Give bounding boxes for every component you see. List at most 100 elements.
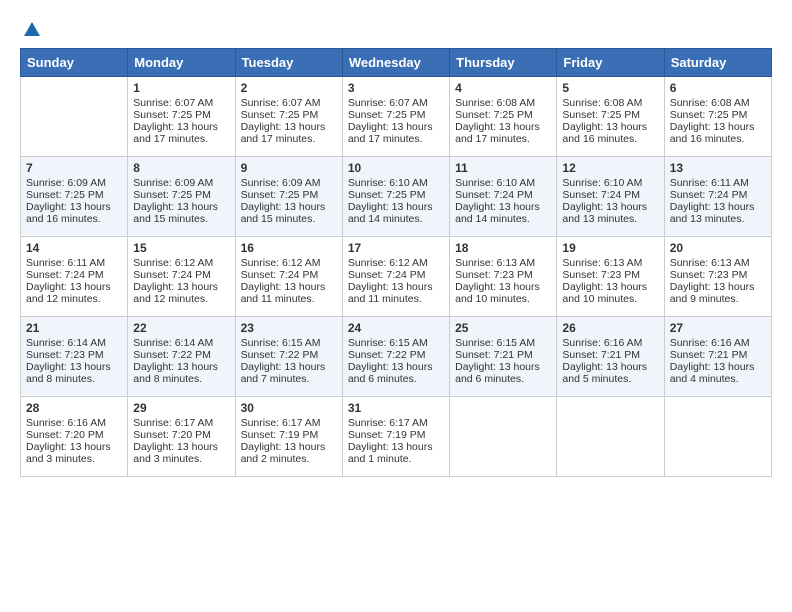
sunset-text: Sunset: 7:24 PM (26, 269, 122, 281)
daylight-text-cont: and 17 minutes. (348, 133, 444, 145)
daylight-text-cont: and 16 minutes. (26, 213, 122, 225)
daylight-text: Daylight: 13 hours (241, 281, 337, 293)
day-number: 22 (133, 321, 229, 335)
daylight-text: Daylight: 13 hours (241, 121, 337, 133)
day-number: 17 (348, 241, 444, 255)
daylight-text: Daylight: 13 hours (455, 201, 551, 213)
daylight-text: Daylight: 13 hours (670, 201, 766, 213)
calendar-cell: 24Sunrise: 6:15 AMSunset: 7:22 PMDayligh… (342, 317, 449, 397)
calendar-cell (664, 397, 771, 477)
sunrise-text: Sunrise: 6:11 AM (670, 177, 766, 189)
daylight-text: Daylight: 13 hours (670, 121, 766, 133)
sunset-text: Sunset: 7:24 PM (133, 269, 229, 281)
sunrise-text: Sunrise: 6:07 AM (241, 97, 337, 109)
daylight-text-cont: and 3 minutes. (26, 453, 122, 465)
sunrise-text: Sunrise: 6:14 AM (133, 337, 229, 349)
calendar-cell: 28Sunrise: 6:16 AMSunset: 7:20 PMDayligh… (21, 397, 128, 477)
day-number: 11 (455, 161, 551, 175)
sunset-text: Sunset: 7:25 PM (241, 189, 337, 201)
daylight-text: Daylight: 13 hours (133, 281, 229, 293)
sunrise-text: Sunrise: 6:08 AM (562, 97, 658, 109)
header-monday: Monday (128, 49, 235, 77)
day-number: 31 (348, 401, 444, 415)
sunrise-text: Sunrise: 6:15 AM (348, 337, 444, 349)
daylight-text: Daylight: 13 hours (133, 441, 229, 453)
daylight-text: Daylight: 13 hours (562, 201, 658, 213)
calendar-cell: 3Sunrise: 6:07 AMSunset: 7:25 PMDaylight… (342, 77, 449, 157)
sunrise-text: Sunrise: 6:08 AM (670, 97, 766, 109)
day-number: 24 (348, 321, 444, 335)
daylight-text-cont: and 16 minutes. (670, 133, 766, 145)
calendar-cell: 7Sunrise: 6:09 AMSunset: 7:25 PMDaylight… (21, 157, 128, 237)
header-sunday: Sunday (21, 49, 128, 77)
daylight-text: Daylight: 13 hours (562, 361, 658, 373)
daylight-text-cont: and 9 minutes. (670, 293, 766, 305)
sunrise-text: Sunrise: 6:13 AM (455, 257, 551, 269)
day-number: 14 (26, 241, 122, 255)
day-number: 18 (455, 241, 551, 255)
daylight-text-cont: and 15 minutes. (133, 213, 229, 225)
sunset-text: Sunset: 7:25 PM (670, 109, 766, 121)
daylight-text-cont: and 10 minutes. (562, 293, 658, 305)
daylight-text-cont: and 12 minutes. (133, 293, 229, 305)
day-number: 12 (562, 161, 658, 175)
daylight-text: Daylight: 13 hours (562, 121, 658, 133)
sunset-text: Sunset: 7:21 PM (562, 349, 658, 361)
sunset-text: Sunset: 7:19 PM (348, 429, 444, 441)
sunrise-text: Sunrise: 6:07 AM (348, 97, 444, 109)
day-number: 13 (670, 161, 766, 175)
calendar-cell: 25Sunrise: 6:15 AMSunset: 7:21 PMDayligh… (450, 317, 557, 397)
daylight-text-cont: and 15 minutes. (241, 213, 337, 225)
daylight-text: Daylight: 13 hours (133, 201, 229, 213)
day-number: 4 (455, 81, 551, 95)
calendar-cell: 6 Sunrise: 6:08 AMSunset: 7:25 PMDaylight… (664, 77, 771, 157)
daylight-text-cont: and 16 minutes. (562, 133, 658, 145)
daylight-text: Daylight: 13 hours (348, 201, 444, 213)
sunset-text: Sunset: 7:24 PM (241, 269, 337, 281)
daylight-text: Daylight: 13 hours (348, 361, 444, 373)
daylight-text: Daylight: 13 hours (348, 121, 444, 133)
sunset-text: Sunset: 7:19 PM (241, 429, 337, 441)
daylight-text: Daylight: 13 hours (241, 361, 337, 373)
calendar-cell: 14Sunrise: 6:11 AMSunset: 7:24 PMDayligh… (21, 237, 128, 317)
sunrise-text: Sunrise: 6:09 AM (133, 177, 229, 189)
daylight-text: Daylight: 13 hours (455, 361, 551, 373)
sunrise-text: Sunrise: 6:09 AM (26, 177, 122, 189)
sunrise-text: Sunrise: 6:15 AM (455, 337, 551, 349)
calendar-cell: 15Sunrise: 6:12 AMSunset: 7:24 PMDayligh… (128, 237, 235, 317)
day-number: 23 (241, 321, 337, 335)
day-number: 6 (670, 81, 766, 95)
calendar-cell (557, 397, 664, 477)
sunrise-text: Sunrise: 6:16 AM (670, 337, 766, 349)
sunrise-text: Sunrise: 6:07 AM (133, 97, 229, 109)
day-number: 28 (26, 401, 122, 415)
day-number: 16 (241, 241, 337, 255)
sunset-text: Sunset: 7:24 PM (348, 269, 444, 281)
calendar-cell: 16Sunrise: 6:12 AMSunset: 7:24 PMDayligh… (235, 237, 342, 317)
day-number: 26 (562, 321, 658, 335)
calendar-cell: 22Sunrise: 6:14 AMSunset: 7:22 PMDayligh… (128, 317, 235, 397)
daylight-text-cont: and 13 minutes. (562, 213, 658, 225)
daylight-text: Daylight: 13 hours (455, 281, 551, 293)
sunrise-text: Sunrise: 6:11 AM (26, 257, 122, 269)
sunset-text: Sunset: 7:23 PM (562, 269, 658, 281)
calendar-cell: 31Sunrise: 6:17 AMSunset: 7:19 PMDayligh… (342, 397, 449, 477)
header-tuesday: Tuesday (235, 49, 342, 77)
daylight-text: Daylight: 13 hours (26, 361, 122, 373)
daylight-text-cont: and 10 minutes. (455, 293, 551, 305)
sunset-text: Sunset: 7:23 PM (455, 269, 551, 281)
daylight-text-cont: and 6 minutes. (348, 373, 444, 385)
calendar-cell: 23 Sunrise: 6:15 AMSunset: 7:22 PMDayligh… (235, 317, 342, 397)
day-number: 8 (133, 161, 229, 175)
calendar-cell: 18 Sunrise: 6:13 AMSunset: 7:23 PMDayligh… (450, 237, 557, 317)
day-number: 27 (670, 321, 766, 335)
sunset-text: Sunset: 7:25 PM (133, 189, 229, 201)
daylight-text: Daylight: 13 hours (670, 281, 766, 293)
sunset-text: Sunset: 7:22 PM (241, 349, 337, 361)
sunrise-text: Sunrise: 6:15 AM (241, 337, 337, 349)
page-header (20, 20, 772, 40)
daylight-text-cont: and 2 minutes. (241, 453, 337, 465)
daylight-text: Daylight: 13 hours (241, 441, 337, 453)
calendar-cell: 30Sunrise: 6:17 AMSunset: 7:19 PMDayligh… (235, 397, 342, 477)
sunrise-text: Sunrise: 6:16 AM (562, 337, 658, 349)
